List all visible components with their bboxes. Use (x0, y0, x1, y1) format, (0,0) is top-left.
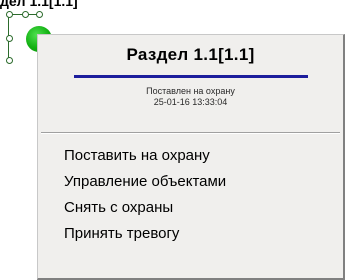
menu-separator (41, 132, 340, 134)
status-timestamp: 25-01-16 13:33:04 (153, 97, 228, 107)
menu-item-manage-objects[interactable]: Управление объектами (38, 169, 343, 195)
context-menu: Раздел 1.1[1.1] Поставлен на охрану 25-0… (37, 34, 345, 280)
menu-item-accept-alarm[interactable]: Принять тревогу (38, 221, 343, 247)
title-underline (74, 75, 308, 78)
menu-item-arm[interactable]: Поставить на охрану (38, 143, 343, 169)
context-menu-title: Раздел 1.1[1.1] (126, 45, 255, 64)
context-menu-header: Раздел 1.1[1.1] Поставлен на охрану 25-0… (38, 35, 343, 134)
menu-item-disarm[interactable]: Снять с охраны (38, 195, 343, 221)
partition-status: Поставлен на охрану 25-01-16 13:33:04 (38, 86, 343, 108)
resize-handle-left[interactable] (6, 35, 13, 42)
status-text: Поставлен на охрану (146, 86, 235, 96)
resize-handle-top[interactable] (22, 11, 29, 18)
resize-handle-bottom-left[interactable] (6, 57, 13, 64)
menu-items: Поставить на охрану Управление объектами… (38, 143, 343, 247)
resize-handle-top-right[interactable] (36, 11, 43, 18)
map-object-label: дел 1.1[1.1] (0, 0, 78, 9)
resize-handle-top-left[interactable] (6, 11, 13, 18)
